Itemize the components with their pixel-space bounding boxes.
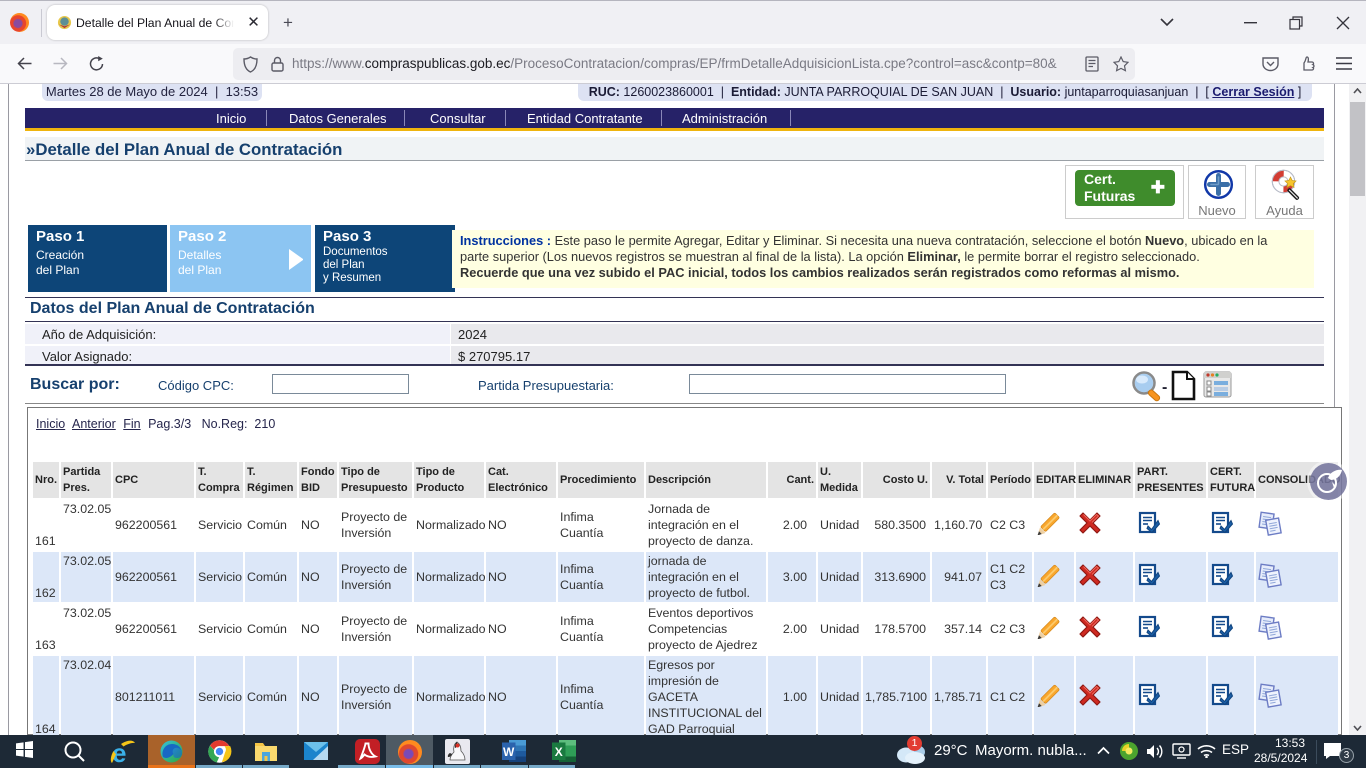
svg-text:X: X: [555, 745, 563, 759]
svg-text:W: W: [503, 745, 515, 759]
svg-text:e: e: [112, 738, 126, 765]
